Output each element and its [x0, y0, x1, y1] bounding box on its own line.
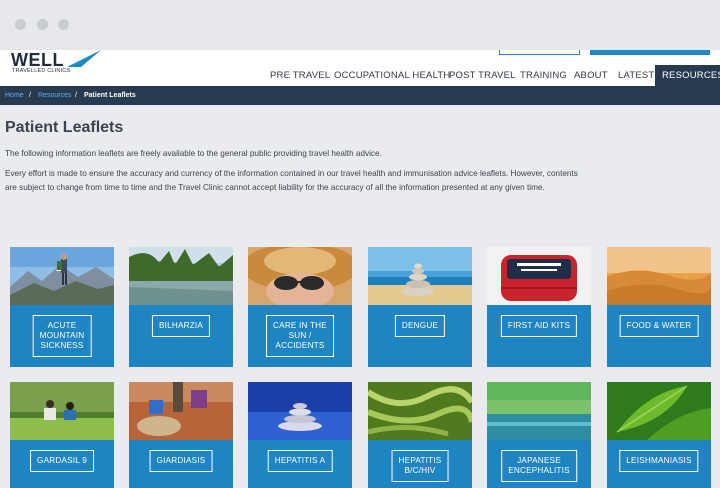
leaflet-image-stones[interactable] — [368, 247, 472, 305]
leaflet-label[interactable]: FIRST AID KITS — [500, 315, 578, 337]
nav-training[interactable]: TRAINING — [520, 65, 567, 86]
leaflet-panel: JAPANESE ENCEPHALITIS — [487, 440, 591, 488]
leaflet-label[interactable]: LEISHMANIASIS — [619, 450, 699, 472]
leaflet-label[interactable]: CARE IN THE SUN / ACCIDENTS — [266, 315, 334, 357]
leaflet-label[interactable]: JAPANESE ENCEPHALITIS — [501, 450, 577, 482]
breadcrumb-separator: / — [29, 92, 31, 99]
leaflet-image-lake[interactable] — [129, 247, 233, 305]
main-nav: PRE TRAVEL OCCUPATIONAL HEALTH POST TRAV… — [0, 65, 720, 86]
leaflet-panel: ACUTE MOUNTAIN SICKNESS — [10, 305, 114, 367]
leaflet-label[interactable]: HEPATITIS B/C/HIV — [391, 450, 449, 482]
nav-occupational-health[interactable]: OCCUPATIONAL HEALTH — [334, 65, 450, 86]
header-solid-button[interactable] — [590, 50, 710, 55]
window-minimize-dot[interactable] — [37, 19, 48, 30]
leaflet-panel: LEISHMANIASIS — [607, 440, 711, 488]
leaflet-image-couple[interactable] — [10, 382, 114, 440]
breadcrumb-resources[interactable]: Resources — [38, 86, 71, 105]
breadcrumb-separator: / — [75, 92, 77, 99]
nav-post-travel[interactable]: POST TRAVEL — [449, 65, 516, 86]
leaflet-image-water-pump[interactable] — [129, 382, 233, 440]
browser-chrome — [0, 0, 720, 50]
window-close-dot[interactable] — [15, 19, 26, 30]
breadcrumb: Home / Resources / Patient Leaflets — [0, 86, 720, 105]
breadcrumb-home[interactable]: Home — [5, 86, 24, 105]
leaflet-image-mountain[interactable] — [10, 247, 114, 305]
intro-paragraph: The following information leaflets are f… — [5, 149, 382, 158]
leaflet-image-first-aid-bag[interactable] — [487, 247, 591, 305]
header-outline-button[interactable] — [499, 50, 580, 55]
leaflet-image-desert[interactable] — [607, 247, 711, 305]
disclaimer-paragraph: Every effort is made to ensure the accur… — [5, 169, 578, 192]
nav-latest[interactable]: LATEST — [618, 65, 654, 86]
window-maximize-dot[interactable] — [58, 19, 69, 30]
leaflet-panel: HEPATITIS A — [248, 440, 352, 488]
page-title: Patient Leaflets — [5, 119, 124, 136]
leaflet-panel: GARDASIL 9 — [10, 440, 114, 488]
leaflet-image-leaves[interactable] — [607, 382, 711, 440]
leaflet-panel: HEPATITIS B/C/HIV — [368, 440, 472, 488]
leaflet-image-stone-stack[interactable] — [248, 382, 352, 440]
leaflet-panel: GIARDIASIS — [129, 440, 233, 488]
leaflet-label[interactable]: BILHARZIA — [151, 315, 211, 337]
leaflet-image-rice-grains[interactable] — [368, 382, 472, 440]
leaflet-label[interactable]: HEPATITIS A — [267, 450, 333, 472]
nav-resources[interactable]: RESOURCES — [655, 65, 720, 86]
leaflet-label[interactable]: FOOD & WATER — [619, 315, 699, 337]
leaflet-label[interactable]: GIARDIASIS — [149, 450, 213, 472]
leaflet-panel: FOOD & WATER — [607, 305, 711, 367]
leaflet-panel: CARE IN THE SUN / ACCIDENTS — [248, 305, 352, 367]
leaflet-panel: FIRST AID KITS — [487, 305, 591, 367]
leaflet-panel: BILHARZIA — [129, 305, 233, 367]
leaflet-label[interactable]: GARDASIL 9 — [30, 450, 94, 472]
leaflet-image-rice-paddy[interactable] — [487, 382, 591, 440]
leaflet-label[interactable]: ACUTE MOUNTAIN SICKNESS — [32, 315, 92, 357]
nav-pre-travel[interactable]: PRE TRAVEL — [270, 65, 330, 86]
site-header: WELL TRAVELLED CLINICS PRE TRAVEL OCCUPA… — [0, 50, 720, 86]
leaflet-image-sunhat[interactable] — [248, 247, 352, 305]
leaflet-label[interactable]: DENGUE — [394, 315, 446, 337]
leaflet-panel: DENGUE — [368, 305, 472, 367]
nav-about[interactable]: ABOUT — [574, 65, 608, 86]
breadcrumb-current: Patient Leaflets — [84, 92, 136, 99]
